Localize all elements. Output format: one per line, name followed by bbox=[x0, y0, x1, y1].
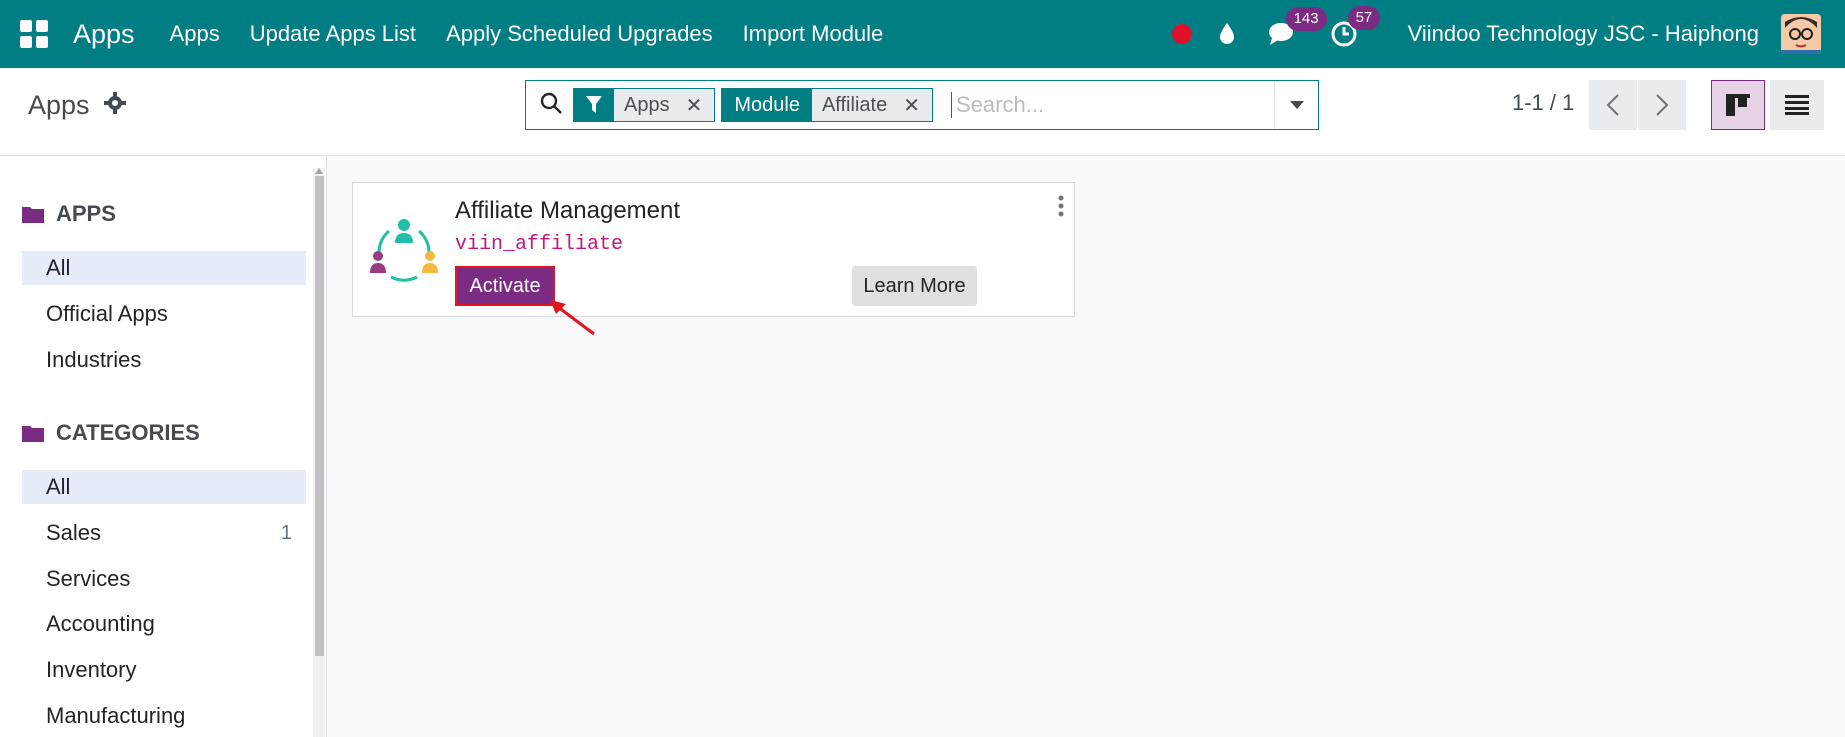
apps-section-heading: APPS bbox=[22, 201, 116, 227]
navbar-menu: Apps Update Apps List Apply Scheduled Up… bbox=[155, 21, 899, 47]
activities-badge: 57 bbox=[1347, 6, 1381, 30]
navbar-systray: 143 57 Viindoo Technology JSC - Haiphong bbox=[1171, 0, 1845, 68]
facet-module-affiliate: Module Affiliate ✕ bbox=[721, 88, 933, 122]
app-technical-name: viin_affiliate bbox=[455, 233, 624, 256]
sidebar-item-industries[interactable]: Industries bbox=[22, 343, 306, 377]
sidebar-item-count: 1 bbox=[280, 521, 292, 544]
navbar-brand[interactable]: Apps bbox=[73, 19, 135, 50]
app-card[interactable]: Affiliate Management viin_affiliate Acti… bbox=[352, 182, 1075, 317]
facet-remove-icon[interactable]: ✕ bbox=[679, 89, 715, 121]
sidebar-item-label: Inventory bbox=[46, 657, 137, 682]
apps-heading: APPS bbox=[56, 201, 116, 226]
list-view-button[interactable] bbox=[1770, 80, 1824, 130]
learn-more-button[interactable]: Learn More bbox=[852, 266, 977, 306]
app-name: Affiliate Management bbox=[455, 197, 681, 224]
app-grid-icon[interactable] bbox=[20, 20, 48, 48]
search-options-toggle[interactable] bbox=[1274, 81, 1318, 129]
scroll-up-arrow-icon[interactable] bbox=[315, 168, 323, 174]
control-panel: Apps Apps ✕ Module Affiliate ✕ 1-1 / 1 bbox=[0, 68, 1845, 156]
page-title: Apps bbox=[28, 90, 126, 121]
search-icon[interactable] bbox=[539, 91, 563, 120]
search-input[interactable] bbox=[950, 92, 1261, 118]
pager-value[interactable]: 1-1 / 1 bbox=[1512, 90, 1574, 116]
sidebar-item-label: Accounting bbox=[46, 611, 155, 636]
messages-badge: 143 bbox=[1285, 7, 1327, 31]
sidebar-item-label: Sales bbox=[46, 520, 102, 545]
chevron-right-icon bbox=[1656, 94, 1669, 116]
sidebar-item-label: Services bbox=[46, 566, 131, 591]
kanban-icon bbox=[1726, 94, 1750, 116]
annotation-arrow-icon bbox=[550, 300, 595, 336]
drop-icon[interactable] bbox=[1218, 22, 1236, 46]
search-panel: APPS All Official Apps Industries CATEGO… bbox=[0, 157, 327, 737]
card-menu-icon[interactable] bbox=[1058, 195, 1064, 222]
folder-icon bbox=[22, 426, 44, 442]
categories-section-heading: CATEGORIES bbox=[22, 420, 200, 446]
menu-item-apply-scheduled-upgrades[interactable]: Apply Scheduled Upgrades bbox=[446, 21, 713, 47]
facet-value: Apps bbox=[614, 89, 680, 121]
sidebar-item-all-apps[interactable]: All bbox=[22, 251, 306, 285]
sidebar-item-inventory[interactable]: Inventory bbox=[22, 653, 306, 687]
avatar[interactable] bbox=[1781, 14, 1821, 54]
sidebar-item-manufacturing[interactable]: Manufacturing bbox=[22, 699, 306, 733]
activity-clock-icon[interactable]: 57 bbox=[1330, 6, 1381, 48]
kanban-view-button[interactable] bbox=[1711, 80, 1765, 130]
gear-icon[interactable] bbox=[103, 90, 126, 121]
company-switcher[interactable]: Viindoo Technology JSC - Haiphong bbox=[1408, 21, 1759, 47]
filter-icon bbox=[574, 89, 614, 121]
pager-previous-button[interactable] bbox=[1589, 80, 1637, 130]
folder-icon bbox=[22, 207, 44, 223]
categories-heading: CATEGORIES bbox=[56, 420, 200, 445]
sidebar-item-services[interactable]: Services bbox=[22, 562, 306, 596]
messages-icon[interactable]: 143 bbox=[1268, 7, 1327, 47]
sidebar-item-sales[interactable]: Sales 1 bbox=[22, 516, 306, 550]
menu-item-apps[interactable]: Apps bbox=[170, 21, 220, 47]
sidebar-item-official-apps[interactable]: Official Apps bbox=[22, 297, 306, 331]
sidebar-item-label: Manufacturing bbox=[46, 703, 186, 728]
facet-key: Module bbox=[722, 89, 812, 121]
page-title-text: Apps bbox=[28, 90, 90, 120]
chevron-left-icon bbox=[1606, 94, 1619, 116]
facet-filter-apps: Apps ✕ bbox=[573, 88, 716, 122]
menu-item-import-module[interactable]: Import Module bbox=[743, 21, 884, 47]
sidebar-item-category-all[interactable]: All bbox=[22, 470, 306, 504]
menu-item-update-apps-list[interactable]: Update Apps List bbox=[250, 21, 416, 47]
search-bar: Apps ✕ Module Affiliate ✕ bbox=[525, 80, 1319, 130]
scrollbar-thumb[interactable] bbox=[315, 176, 324, 656]
affiliate-app-icon bbox=[369, 217, 439, 292]
list-icon bbox=[1785, 95, 1809, 115]
caret-down-icon bbox=[1289, 101, 1304, 109]
sidebar-item-accounting[interactable]: Accounting bbox=[22, 607, 306, 641]
pager-next-button[interactable] bbox=[1638, 80, 1686, 130]
sidebar-item-label: All bbox=[46, 474, 71, 499]
activate-button[interactable]: Activate bbox=[455, 266, 555, 306]
top-navbar: Apps Apps Update Apps List Apply Schedul… bbox=[0, 0, 1845, 68]
sidebar-scrollbar[interactable] bbox=[313, 168, 325, 737]
record-icon[interactable] bbox=[1171, 24, 1192, 44]
facet-value: Affiliate bbox=[811, 89, 898, 121]
facet-remove-icon[interactable]: ✕ bbox=[897, 89, 932, 121]
